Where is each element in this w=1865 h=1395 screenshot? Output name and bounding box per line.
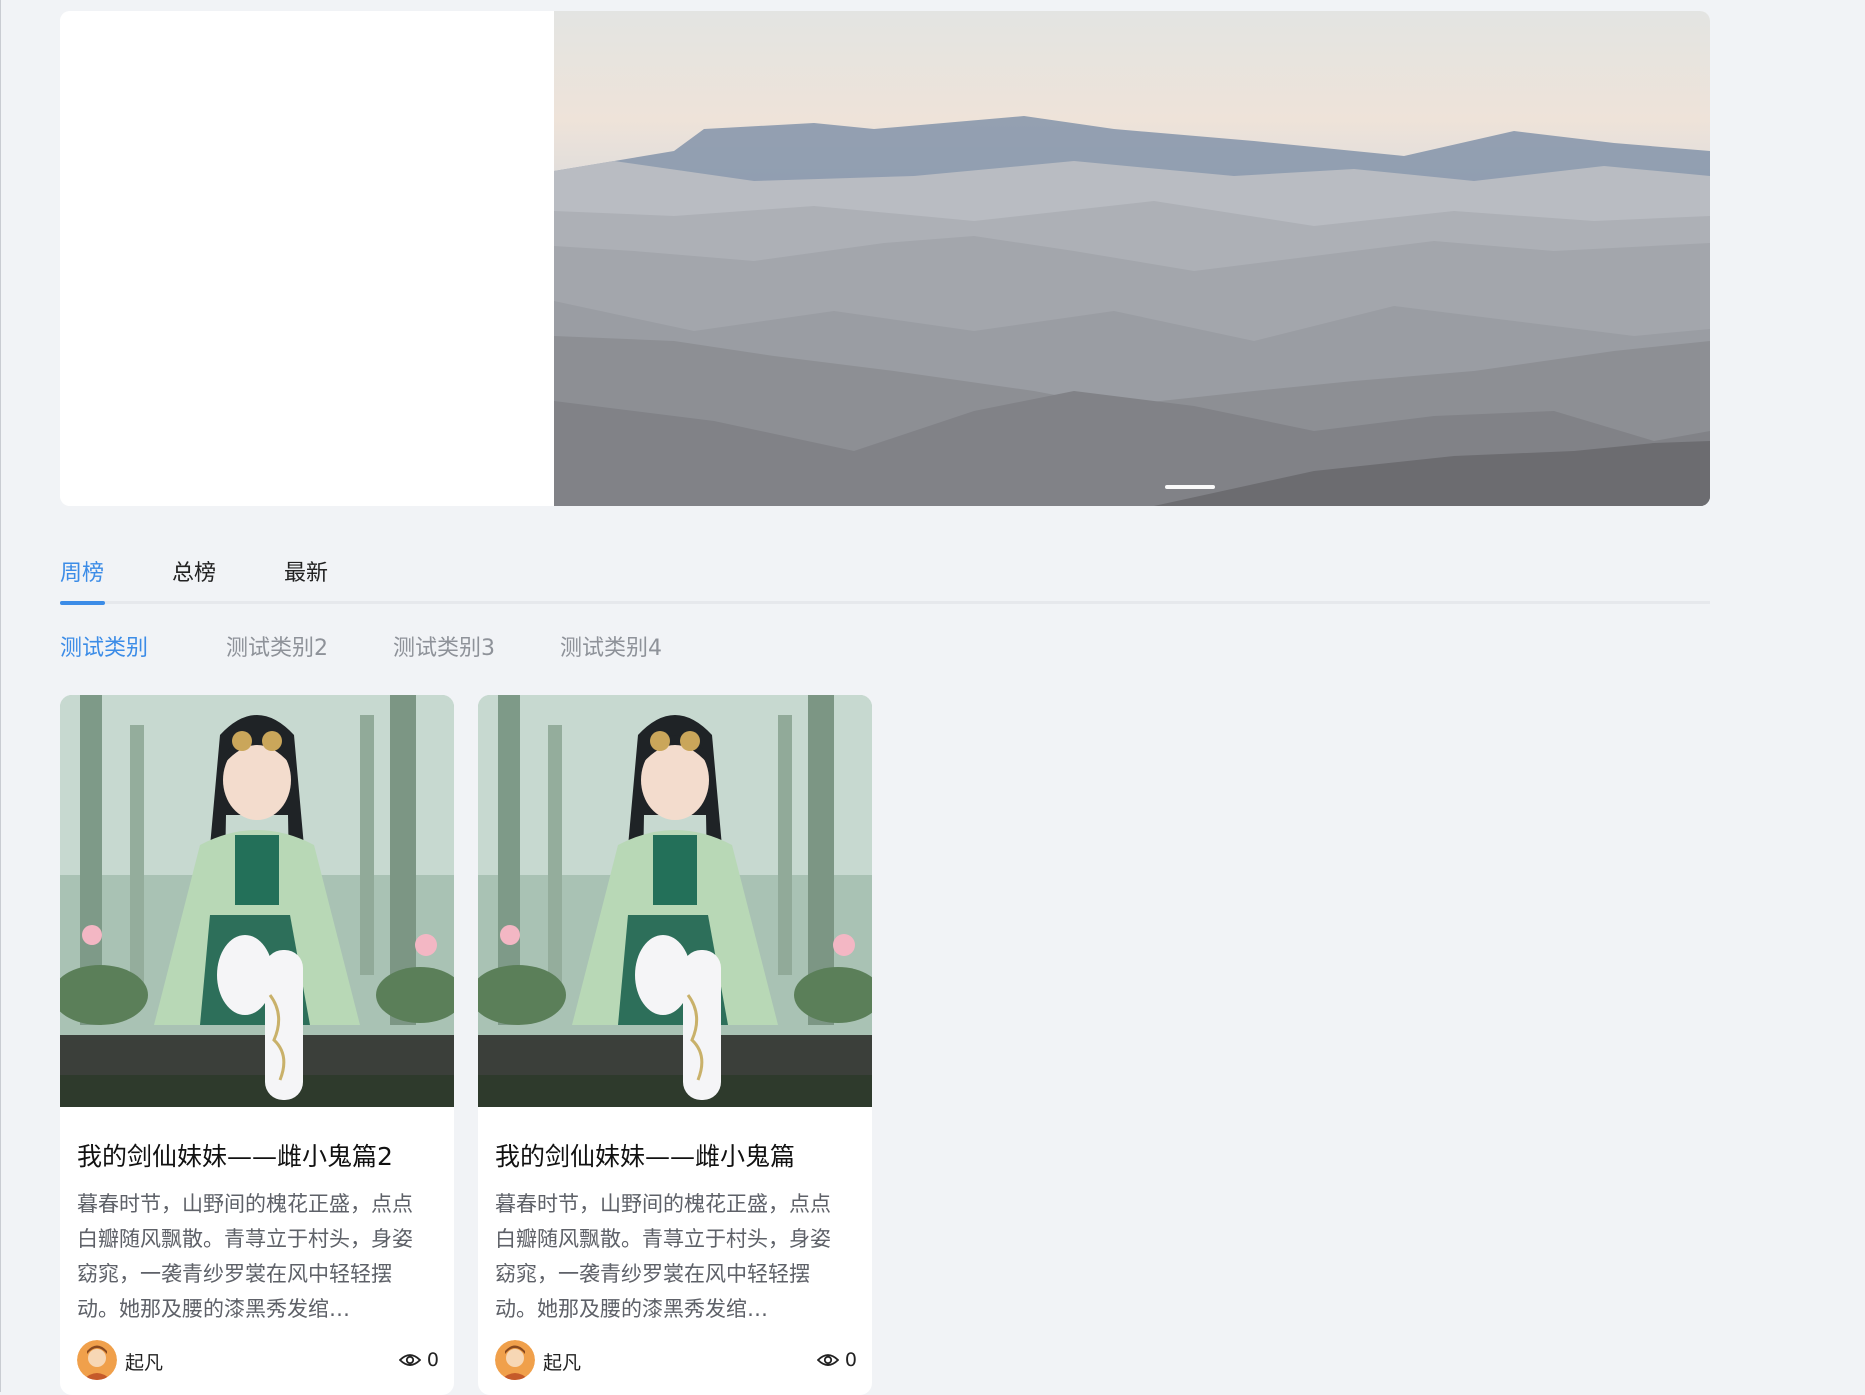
category-1[interactable]: 测试类别 xyxy=(60,630,148,662)
author-avatar[interactable] xyxy=(77,1340,117,1380)
category-2[interactable]: 测试类别2 xyxy=(226,630,328,662)
mountain-landscape-image xyxy=(554,11,1710,506)
card-footer: 起凡 0 xyxy=(495,1340,857,1382)
card-cover-image[interactable] xyxy=(60,695,454,1107)
views-number: 0 xyxy=(844,1349,857,1371)
eye-icon xyxy=(816,1352,839,1368)
author-name[interactable]: 起凡 xyxy=(125,1348,163,1375)
tabs-divider xyxy=(60,601,1710,604)
card-summary: 暮春时节，山野间的槐花正盛，点点白瓣随风飘散。青荨立于村头，身姿窈窕，一袭青纱罗… xyxy=(495,1192,831,1321)
card-title[interactable]: 我的剑仙妹妹——雌小鬼篇2 xyxy=(77,1137,437,1173)
view-count: 0 xyxy=(398,1347,439,1373)
active-tab-underline xyxy=(60,601,105,605)
card-title[interactable]: 我的剑仙妹妹——雌小鬼篇 xyxy=(495,1137,855,1173)
anime-girl-illustration xyxy=(478,695,872,1107)
story-card[interactable]: 我的剑仙妹妹——雌小鬼篇 暮春时节，山野间的槐花正盛，点点白瓣随风飘散。青荨立于… xyxy=(478,695,872,1395)
category-4[interactable]: 测试类别4 xyxy=(560,630,662,662)
banner-blank-panel xyxy=(60,11,554,506)
views-number: 0 xyxy=(426,1349,439,1371)
category-3[interactable]: 测试类别3 xyxy=(393,630,495,662)
view-count: 0 xyxy=(816,1347,857,1373)
eye-icon xyxy=(398,1352,421,1368)
tab-weekly[interactable]: 周榜 xyxy=(60,556,104,592)
user-avatar-icon xyxy=(495,1340,535,1380)
banner-slide-mountains[interactable] xyxy=(554,11,1710,506)
card-cover-image[interactable] xyxy=(478,695,872,1107)
carousel-indicator-dot[interactable] xyxy=(1165,485,1215,489)
author-name[interactable]: 起凡 xyxy=(543,1348,581,1375)
ranking-tabs: 周榜 总榜 最新 xyxy=(60,556,1710,606)
card-footer: 起凡 0 xyxy=(77,1340,439,1382)
left-border xyxy=(0,0,1,1392)
tab-latest[interactable]: 最新 xyxy=(284,556,328,592)
anime-girl-illustration xyxy=(60,695,454,1107)
author-avatar[interactable] xyxy=(495,1340,535,1380)
banner-carousel[interactable] xyxy=(60,11,1710,506)
user-avatar-icon xyxy=(77,1340,117,1380)
card-summary: 暮春时节，山野间的槐花正盛，点点白瓣随风飘散。青荨立于村头，身姿窈窕，一袭青纱罗… xyxy=(77,1192,413,1321)
tab-overall[interactable]: 总榜 xyxy=(172,556,216,592)
story-card[interactable]: 我的剑仙妹妹——雌小鬼篇2 暮春时节，山野间的槐花正盛，点点白瓣随风飘散。青荨立… xyxy=(60,695,454,1395)
